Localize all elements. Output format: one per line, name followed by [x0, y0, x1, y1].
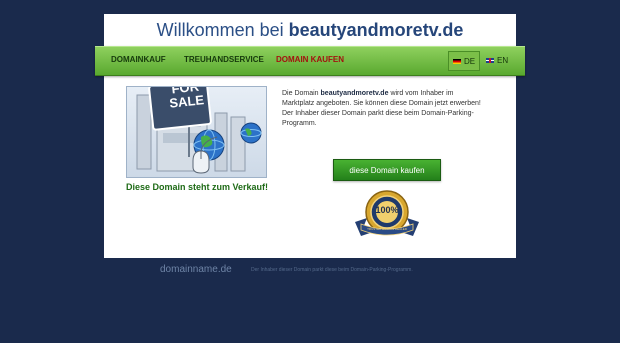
main-nav: DOMAINKAUF TREUHANDSERVICE DOMAIN KAUFEN… — [95, 46, 525, 76]
nav-item-domain-kaufen[interactable]: DOMAIN KAUFEN — [276, 55, 344, 64]
trust-seal: 100% TRUSTED DOMAIN DEALER — [351, 190, 423, 242]
seal-ribbon-text: TRUSTED DOMAIN DEALER — [367, 227, 407, 231]
description-parking: Der Inhaber dieser Domain parkt diese be… — [282, 110, 474, 127]
language-de[interactable]: DE — [448, 51, 481, 71]
for-sale-illustration: FOR SALE — [126, 86, 267, 178]
nav-item-treuhandservice[interactable]: TREUHANDSERVICE — [184, 55, 264, 64]
flag-gb-icon — [486, 57, 494, 63]
description-domain: beautyandmoretv.de — [320, 90, 389, 97]
small-globe-icon — [240, 122, 262, 144]
buy-domain-button[interactable]: diese Domain kaufen — [333, 159, 441, 181]
seal-center-text: 100% — [375, 205, 399, 215]
title-prefix: Willkommen bei — [156, 20, 284, 40]
for-sale-caption: Diese Domain steht zum Verkauf! — [126, 182, 269, 192]
page-title: Willkommen bei beautyandmoretv.de — [104, 20, 516, 41]
title-domain: beautyandmoretv.de — [288, 20, 464, 40]
language-de-label: DE — [464, 56, 476, 66]
language-en-label: EN — [497, 55, 509, 65]
seal-badge-icon — [355, 190, 419, 236]
footer-logo[interactable]: domainname.de — [160, 264, 232, 275]
language-en[interactable]: EN — [482, 51, 512, 69]
footer-text: Der Inhaber dieser Domain parkt diese be… — [251, 267, 413, 273]
description-text: Die Domain beautyandmoretv.de wird vom I… — [282, 89, 482, 129]
nav-item-domainkauf[interactable]: DOMAINKAUF — [111, 55, 166, 64]
description-prefix: Die Domain — [282, 90, 319, 97]
flag-de-icon — [453, 58, 461, 64]
